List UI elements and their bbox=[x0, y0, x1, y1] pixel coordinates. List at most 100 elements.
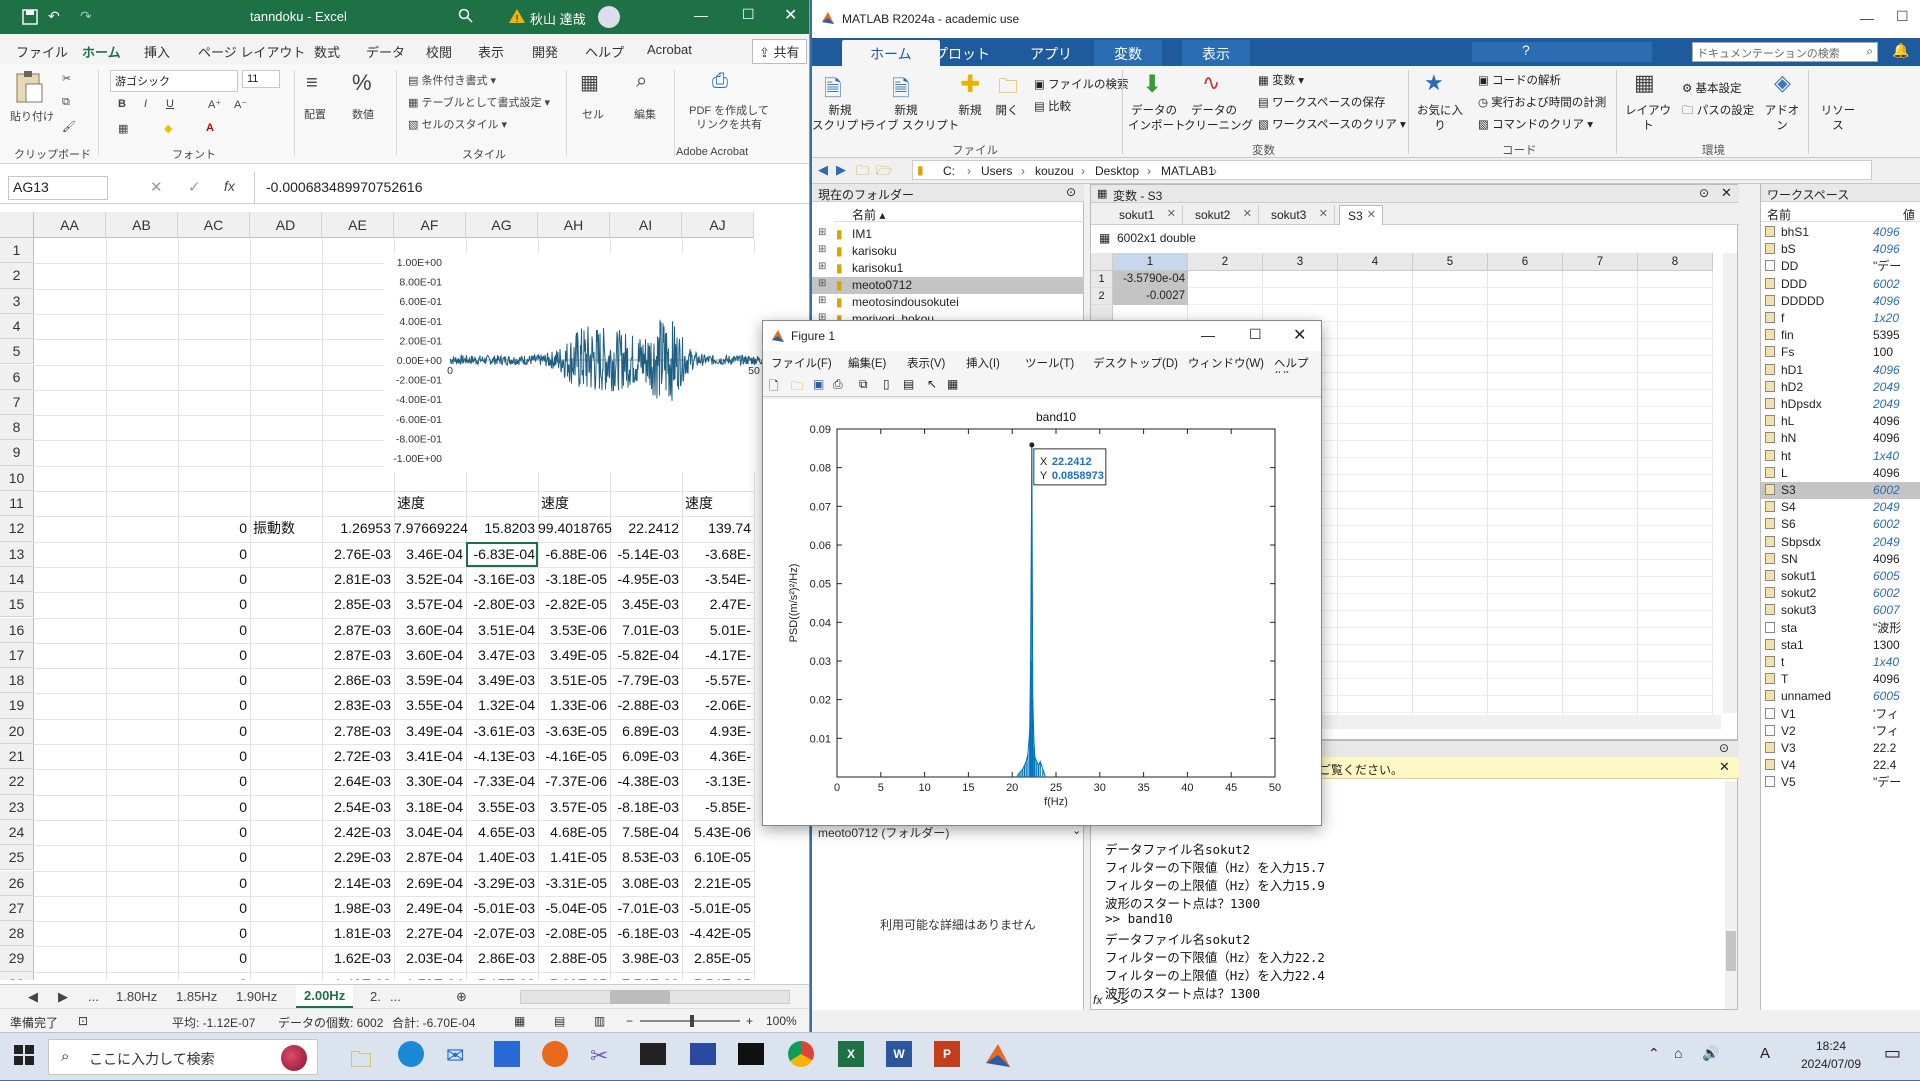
workspace-variable[interactable]: unnamed 6005 bbox=[1761, 688, 1920, 705]
cell[interactable]: 2.85E-03 bbox=[322, 592, 394, 617]
cell[interactable]: 3.41E-04 bbox=[394, 744, 466, 769]
cell[interactable]: -2.88E-03 bbox=[610, 693, 682, 718]
cell[interactable]: 7.74E-03 bbox=[610, 972, 682, 980]
cell-style-button[interactable]: ▧ セルのスタイル ▾ bbox=[408, 116, 507, 132]
folder-up-icon[interactable]: 🗀 bbox=[856, 162, 869, 184]
close-icon[interactable]: ✕ bbox=[1293, 325, 1306, 345]
spreadsheet-grid[interactable]: AA AB AC AD AE AF AG AH AI AJ 1 2 3 4 5 6 7 8 9 10 11 12 13 14 1… bbox=[0, 212, 800, 980]
workspace-variable[interactable]: DDD 6002 bbox=[1761, 276, 1920, 293]
cell[interactable]: 0 bbox=[178, 516, 250, 541]
tab-apps[interactable]: アプリ bbox=[1030, 44, 1072, 64]
cell[interactable]: 6.10E-05 bbox=[682, 845, 754, 870]
maximize-icon[interactable]: ☐ bbox=[1249, 326, 1262, 343]
row-header[interactable]: 11 bbox=[0, 491, 34, 517]
tab-developer[interactable]: 開発 bbox=[532, 42, 558, 61]
cell[interactable]: 139.74 bbox=[682, 516, 754, 541]
cell[interactable]: -4.95E-03 bbox=[610, 567, 682, 592]
avatar[interactable] bbox=[598, 6, 620, 28]
cell[interactable]: 0 bbox=[178, 896, 250, 921]
cell[interactable]: 3.47E-03 bbox=[466, 643, 538, 668]
psd-chart[interactable]: band10 0 5 10 15 20 25 30 35 40 45 50 0.01 0.02 0.03 0.… bbox=[763, 399, 1321, 825]
row-header[interactable]: 5 bbox=[0, 339, 34, 365]
workspace-variable[interactable]: V1 'フィ bbox=[1761, 706, 1920, 723]
figure-menu-item[interactable]: ツール(T) bbox=[1025, 355, 1074, 371]
row-header[interactable]: 13 bbox=[0, 541, 34, 567]
workspace-variable[interactable]: bS 4096 bbox=[1761, 241, 1920, 258]
cell[interactable]: 2.21E-05 bbox=[682, 871, 754, 896]
figure-menu-item[interactable]: 編集(E) bbox=[848, 355, 886, 371]
cell[interactable]: 3.18E-04 bbox=[394, 795, 466, 820]
cell[interactable]: -5.04E-05 bbox=[538, 896, 610, 921]
row-header[interactable]: 8 bbox=[0, 415, 34, 441]
figure-menu-item[interactable]: 表示(V) bbox=[907, 355, 945, 371]
cell[interactable]: 0 bbox=[178, 693, 250, 718]
copy-icon[interactable]: ⧉ bbox=[62, 96, 70, 109]
page-break-icon[interactable]: ▥ bbox=[594, 1014, 605, 1028]
cell[interactable]: -5.57E- bbox=[682, 668, 754, 693]
cell[interactable]: -5.01E-03 bbox=[466, 896, 538, 921]
legend-icon[interactable]: ▤ bbox=[903, 377, 914, 391]
import-icon[interactable]: ⬇ bbox=[1142, 70, 1162, 99]
cell[interactable]: 3.46E-04 bbox=[394, 542, 466, 567]
variable-column-header[interactable]: 4 bbox=[1338, 253, 1413, 271]
cell[interactable]: 3.59E-04 bbox=[394, 668, 466, 693]
row-header[interactable]: 15 bbox=[0, 592, 34, 618]
row-header[interactable]: 20 bbox=[0, 718, 34, 744]
store-icon[interactable] bbox=[494, 1041, 520, 1067]
tab-help[interactable]: ヘルプ bbox=[585, 42, 624, 61]
clear-commands-button[interactable]: ▧ コマンドのクリア ▾ bbox=[1478, 116, 1593, 132]
cell[interactable]: 8.53E-03 bbox=[610, 845, 682, 870]
cell[interactable]: 2.03E-04 bbox=[394, 946, 466, 971]
cell[interactable]: 速度 bbox=[682, 491, 754, 516]
row-header[interactable]: 4 bbox=[0, 313, 34, 340]
save-icon[interactable] bbox=[22, 9, 38, 25]
tab-acrobat[interactable]: Acrobat bbox=[647, 42, 692, 57]
row-header[interactable]: 17 bbox=[0, 642, 34, 669]
close-icon[interactable]: ✕ bbox=[1319, 207, 1328, 220]
cell[interactable]: 1.78E-04 bbox=[394, 972, 466, 980]
workspace-variable[interactable]: S6 6002 bbox=[1761, 516, 1920, 533]
workspace-variable[interactable]: sokut3 6007 bbox=[1761, 602, 1920, 619]
underline-icon[interactable]: U bbox=[166, 98, 174, 110]
row-header[interactable]: 9 bbox=[0, 440, 34, 466]
cell[interactable]: 0 bbox=[178, 946, 250, 971]
decrease-font-icon[interactable]: A⁻ bbox=[234, 98, 247, 111]
open-button[interactable]: 開く bbox=[992, 104, 1022, 119]
align-icon[interactable]: ≡ bbox=[306, 72, 318, 95]
new-figure-icon[interactable]: 🗋 bbox=[769, 377, 779, 398]
workspace-variable[interactable]: hD2 2049 bbox=[1761, 379, 1920, 396]
addons-button[interactable]: アドオン bbox=[1762, 104, 1802, 134]
colorbar-icon[interactable]: ▯ bbox=[883, 377, 890, 391]
panel-menu-icon[interactable]: ⊙ bbox=[1719, 741, 1729, 755]
import-data-button[interactable]: データの インポート bbox=[1128, 104, 1186, 134]
workspace-variable[interactable]: ht 1x40 bbox=[1761, 448, 1920, 465]
browse-folder-icon[interactable]: 🗁 bbox=[876, 162, 892, 184]
scroll-thumb[interactable] bbox=[1726, 931, 1736, 971]
tab-file[interactable]: ファイル bbox=[16, 42, 68, 61]
expand-icon[interactable]: ⊞ bbox=[818, 295, 826, 306]
column-header[interactable]: AI bbox=[610, 212, 682, 238]
cell[interactable]: 7.01E-03 bbox=[610, 618, 682, 643]
column-header[interactable]: AH bbox=[538, 212, 610, 238]
variable-cell[interactable]: -0.0027 bbox=[1113, 288, 1188, 305]
cell[interactable]: 0 bbox=[178, 719, 250, 744]
paste-icon[interactable] bbox=[14, 70, 44, 104]
folder-item[interactable]: ⊞ ▮ IM1 bbox=[812, 226, 1084, 243]
cell[interactable]: 4.65E-03 bbox=[466, 820, 538, 845]
workspace-variable[interactable]: DD "デー bbox=[1761, 258, 1920, 275]
tab-formulas[interactable]: 数式 bbox=[314, 42, 340, 61]
percent-icon[interactable]: % bbox=[352, 70, 372, 96]
new-live-script-button[interactable]: 新規 ライブ スクリプト bbox=[864, 104, 959, 134]
minimize-icon[interactable]: — bbox=[1201, 327, 1215, 343]
row-header[interactable]: 19 bbox=[0, 693, 34, 719]
select-all-corner[interactable] bbox=[0, 212, 34, 238]
variable-button[interactable]: ▦ 変数 ▾ bbox=[1258, 72, 1304, 88]
folder-item[interactable]: ⊞ ▮ karisoku1 bbox=[812, 260, 1084, 277]
share-button[interactable]: ⇪ 共有 bbox=[752, 39, 807, 64]
cell[interactable]: -2.06E- bbox=[682, 693, 754, 718]
zoom-level[interactable]: 100% bbox=[766, 1014, 797, 1028]
maximize-icon[interactable]: ☐ bbox=[1896, 8, 1909, 25]
workspace-variable[interactable]: T 4096 bbox=[1761, 671, 1920, 688]
format-painter-icon[interactable]: 🖌 bbox=[62, 120, 76, 133]
variable-tab[interactable]: sokut2 ✕ bbox=[1187, 205, 1259, 225]
